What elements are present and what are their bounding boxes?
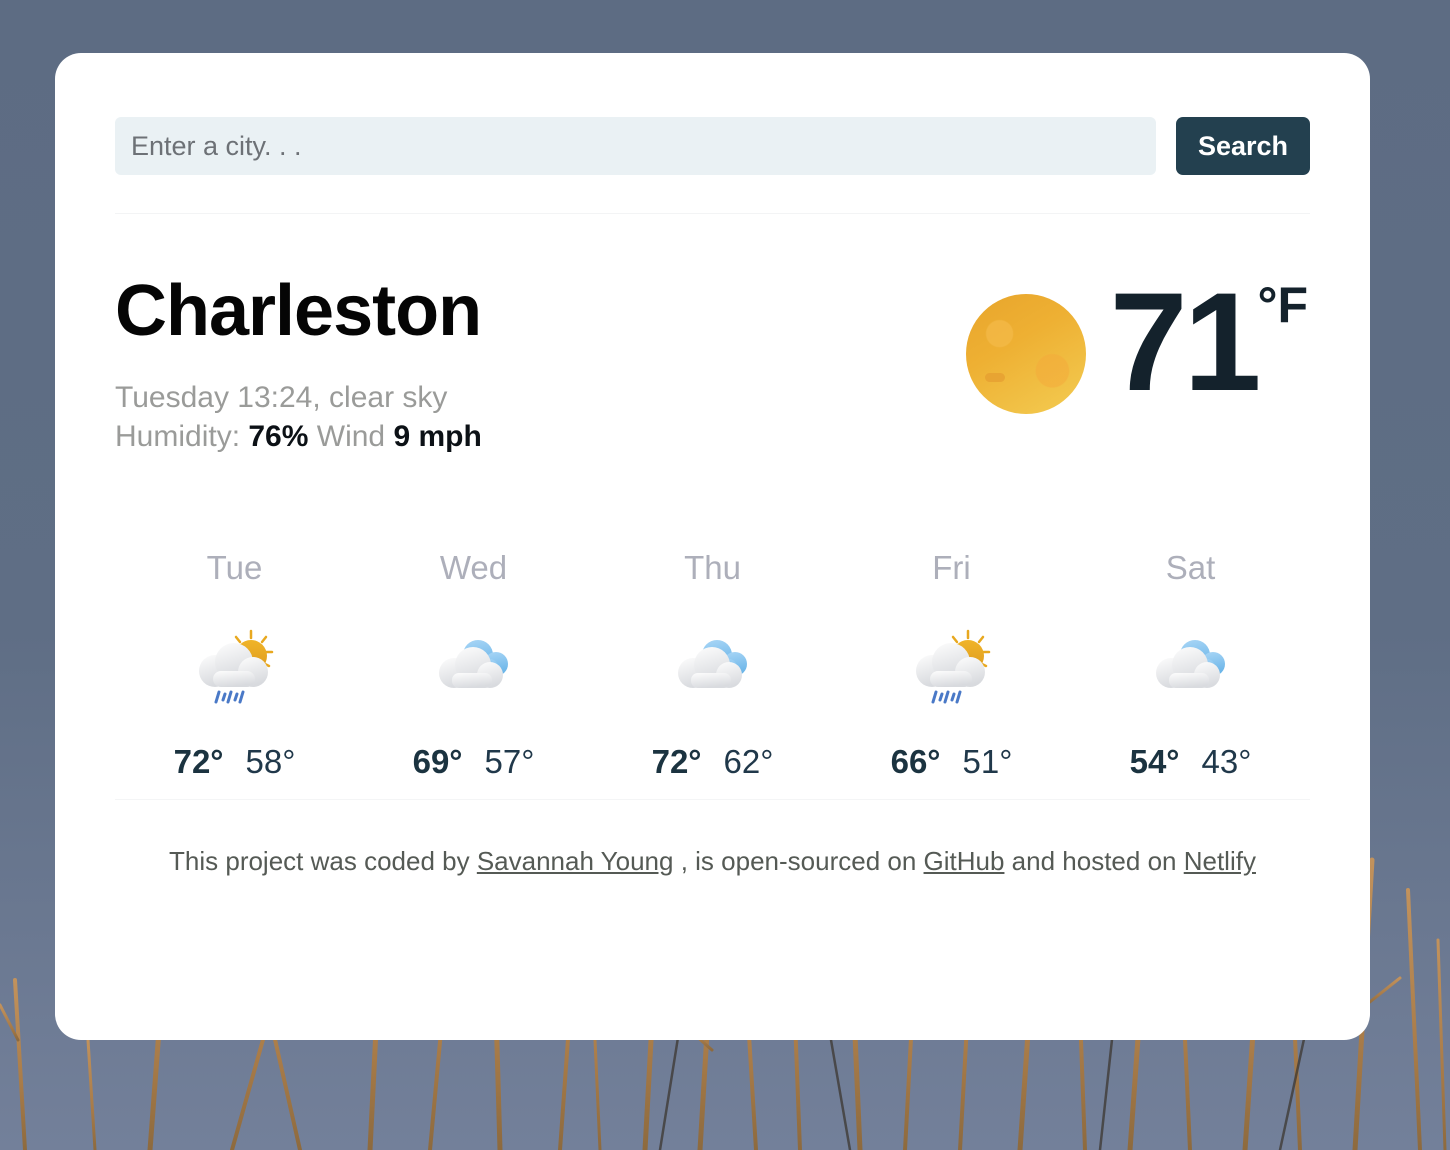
- forecast-day-4: Sat 54° 43°: [1071, 549, 1310, 781]
- footer-text-3: and hosted on: [1004, 846, 1184, 877]
- footer-text-1: This project was coded by: [169, 846, 477, 877]
- forecast-day-label: Wed: [439, 549, 508, 587]
- forecast-temp-max: 54°: [1129, 743, 1180, 781]
- forecast-day-label: Sat: [1165, 549, 1216, 587]
- wind-value: 9 mph: [393, 420, 482, 454]
- forecast-day-1: Wed 69° 57°: [354, 549, 593, 781]
- forecast-temperatures: 69° 57°: [354, 743, 593, 781]
- forecast-day-3: Fri 66° 51°: [832, 549, 1071, 781]
- forecast-temp-max: 66°: [890, 743, 941, 781]
- forecast-temp-min: 58°: [245, 743, 296, 781]
- search-button[interactable]: Search: [1175, 117, 1310, 175]
- forecast-temperatures: 72° 58°: [115, 743, 354, 781]
- forecast-day-label: Tue: [206, 549, 263, 587]
- footer-text-2: , is open-sourced on: [673, 846, 924, 877]
- humidity-value: 76%: [248, 420, 309, 454]
- search-input[interactable]: [115, 117, 1156, 175]
- wind-label: Wind: [316, 420, 386, 454]
- forecast-day-2: Thu 72° 62°: [593, 549, 832, 781]
- forecast-temp-max: 72°: [651, 743, 702, 781]
- forecast-temp-min: 62°: [723, 743, 774, 781]
- current-weather: Charleston Tuesday 13:24, clear sky Humi…: [115, 266, 1310, 457]
- current-temperature: 71: [1109, 263, 1262, 420]
- forecast-temp-min: 43°: [1201, 743, 1252, 781]
- forecast-temp-min: 57°: [484, 743, 535, 781]
- github-link[interactable]: GitHub: [924, 846, 1005, 876]
- broken-clouds-icon: [1071, 623, 1310, 709]
- broken-clouds-icon: [354, 623, 593, 709]
- broken-clouds-icon: [593, 623, 832, 709]
- forecast-temperatures: 54° 43°: [1071, 743, 1310, 781]
- sun-cloud-rain-icon: [115, 623, 354, 709]
- current-conditions: Tuesday 13:24, clear sky: [115, 380, 448, 414]
- current-metrics: Humidity: 76% Wind 9 mph: [115, 417, 482, 457]
- forecast-temp-max: 72°: [173, 743, 224, 781]
- current-weather-details: Charleston Tuesday 13:24, clear sky Humi…: [115, 266, 482, 457]
- netlify-link[interactable]: Netlify: [1184, 846, 1256, 876]
- current-temperature-block: 71 °F: [965, 266, 1310, 414]
- forecast-temp-min: 51°: [962, 743, 1013, 781]
- humidity-label: Humidity:: [115, 420, 241, 454]
- author-link[interactable]: Savannah Young: [477, 846, 674, 876]
- forecast-temperatures: 72° 62°: [593, 743, 832, 781]
- forecast-day-label: Thu: [684, 549, 741, 587]
- forecast-temp-max: 69°: [412, 743, 463, 781]
- forecast-row: Tue 72° 58° Wed 69° 57° Thu 72° 62° Fri …: [115, 549, 1310, 781]
- sun-cloud-rain-icon: [832, 623, 1071, 709]
- header-divider: [115, 213, 1310, 214]
- temperature-unit[interactable]: °F: [1257, 280, 1308, 330]
- sun-icon: [965, 294, 1086, 414]
- forecast-day-label: Fri: [932, 549, 971, 587]
- search-form: Search: [115, 53, 1310, 175]
- forecast-divider: [115, 799, 1310, 801]
- temperature-readout: 71 °F: [1110, 272, 1308, 412]
- city-name: Charleston: [115, 271, 482, 351]
- weather-card: Search Charleston Tuesday 13:24, clear s…: [55, 53, 1370, 1040]
- footer-credits: This project was coded by Savannah Young…: [115, 846, 1310, 877]
- forecast-temperatures: 66° 51°: [832, 743, 1071, 781]
- forecast-day-0: Tue 72° 58°: [115, 549, 354, 781]
